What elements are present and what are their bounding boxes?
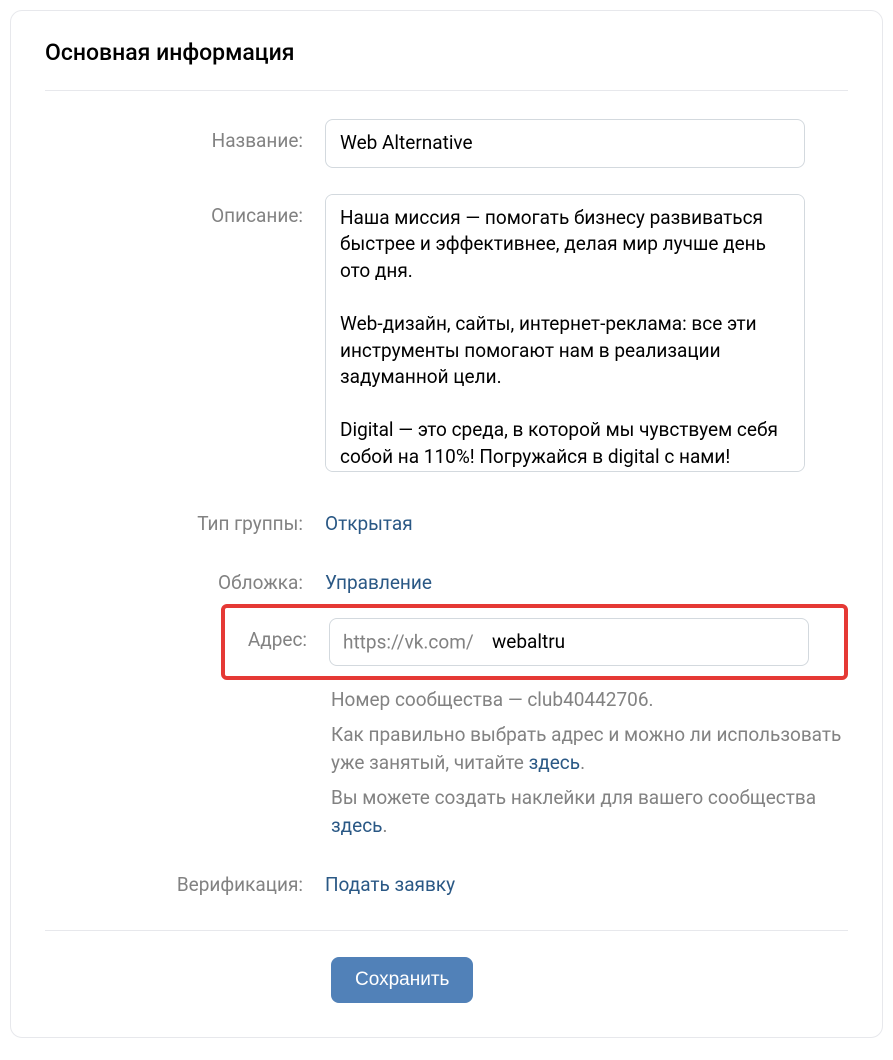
stickers-hint: Вы можете создать наклейки для вашего со… (331, 784, 848, 841)
panel-title: Основная информация (45, 39, 848, 90)
row-group-type: Тип группы: Открытая (45, 502, 848, 535)
cover-manage-link[interactable]: Управление (325, 561, 432, 594)
row-name: Название: (45, 119, 848, 168)
address-input[interactable] (329, 618, 809, 667)
community-number-hint: Номер сообщества — club40442706. (331, 686, 848, 715)
address-highlight: Адрес: https://vk.com/ (221, 604, 848, 681)
choose-address-hint: Как правильно выбрать адрес и можно ли и… (331, 721, 848, 778)
verification-label: Верификация: (45, 863, 325, 896)
description-label: Описание: (45, 194, 325, 227)
row-description: Описание: (45, 194, 848, 476)
name-input[interactable] (325, 119, 805, 168)
row-verification: Верификация: Подать заявку (45, 863, 848, 896)
choose-address-link[interactable]: здесь (529, 751, 580, 774)
settings-panel: Основная информация Название: Описание: … (10, 10, 883, 1038)
cover-label: Обложка: (45, 561, 325, 594)
address-label: Адрес: (225, 618, 329, 651)
name-label: Название: (45, 119, 325, 152)
description-textarea[interactable] (325, 194, 805, 472)
save-button[interactable]: Сохранить (331, 957, 473, 1003)
divider-bottom (45, 930, 848, 931)
verification-apply-link[interactable]: Подать заявку (325, 863, 455, 896)
row-cover: Обложка: Управление (45, 561, 848, 594)
address-hints: Номер сообщества — club40442706. Как пра… (331, 686, 848, 841)
stickers-link[interactable]: здесь (331, 814, 382, 837)
divider-top (45, 90, 848, 91)
group-type-label: Тип группы: (45, 502, 325, 535)
group-type-select[interactable]: Открытая (325, 502, 413, 535)
